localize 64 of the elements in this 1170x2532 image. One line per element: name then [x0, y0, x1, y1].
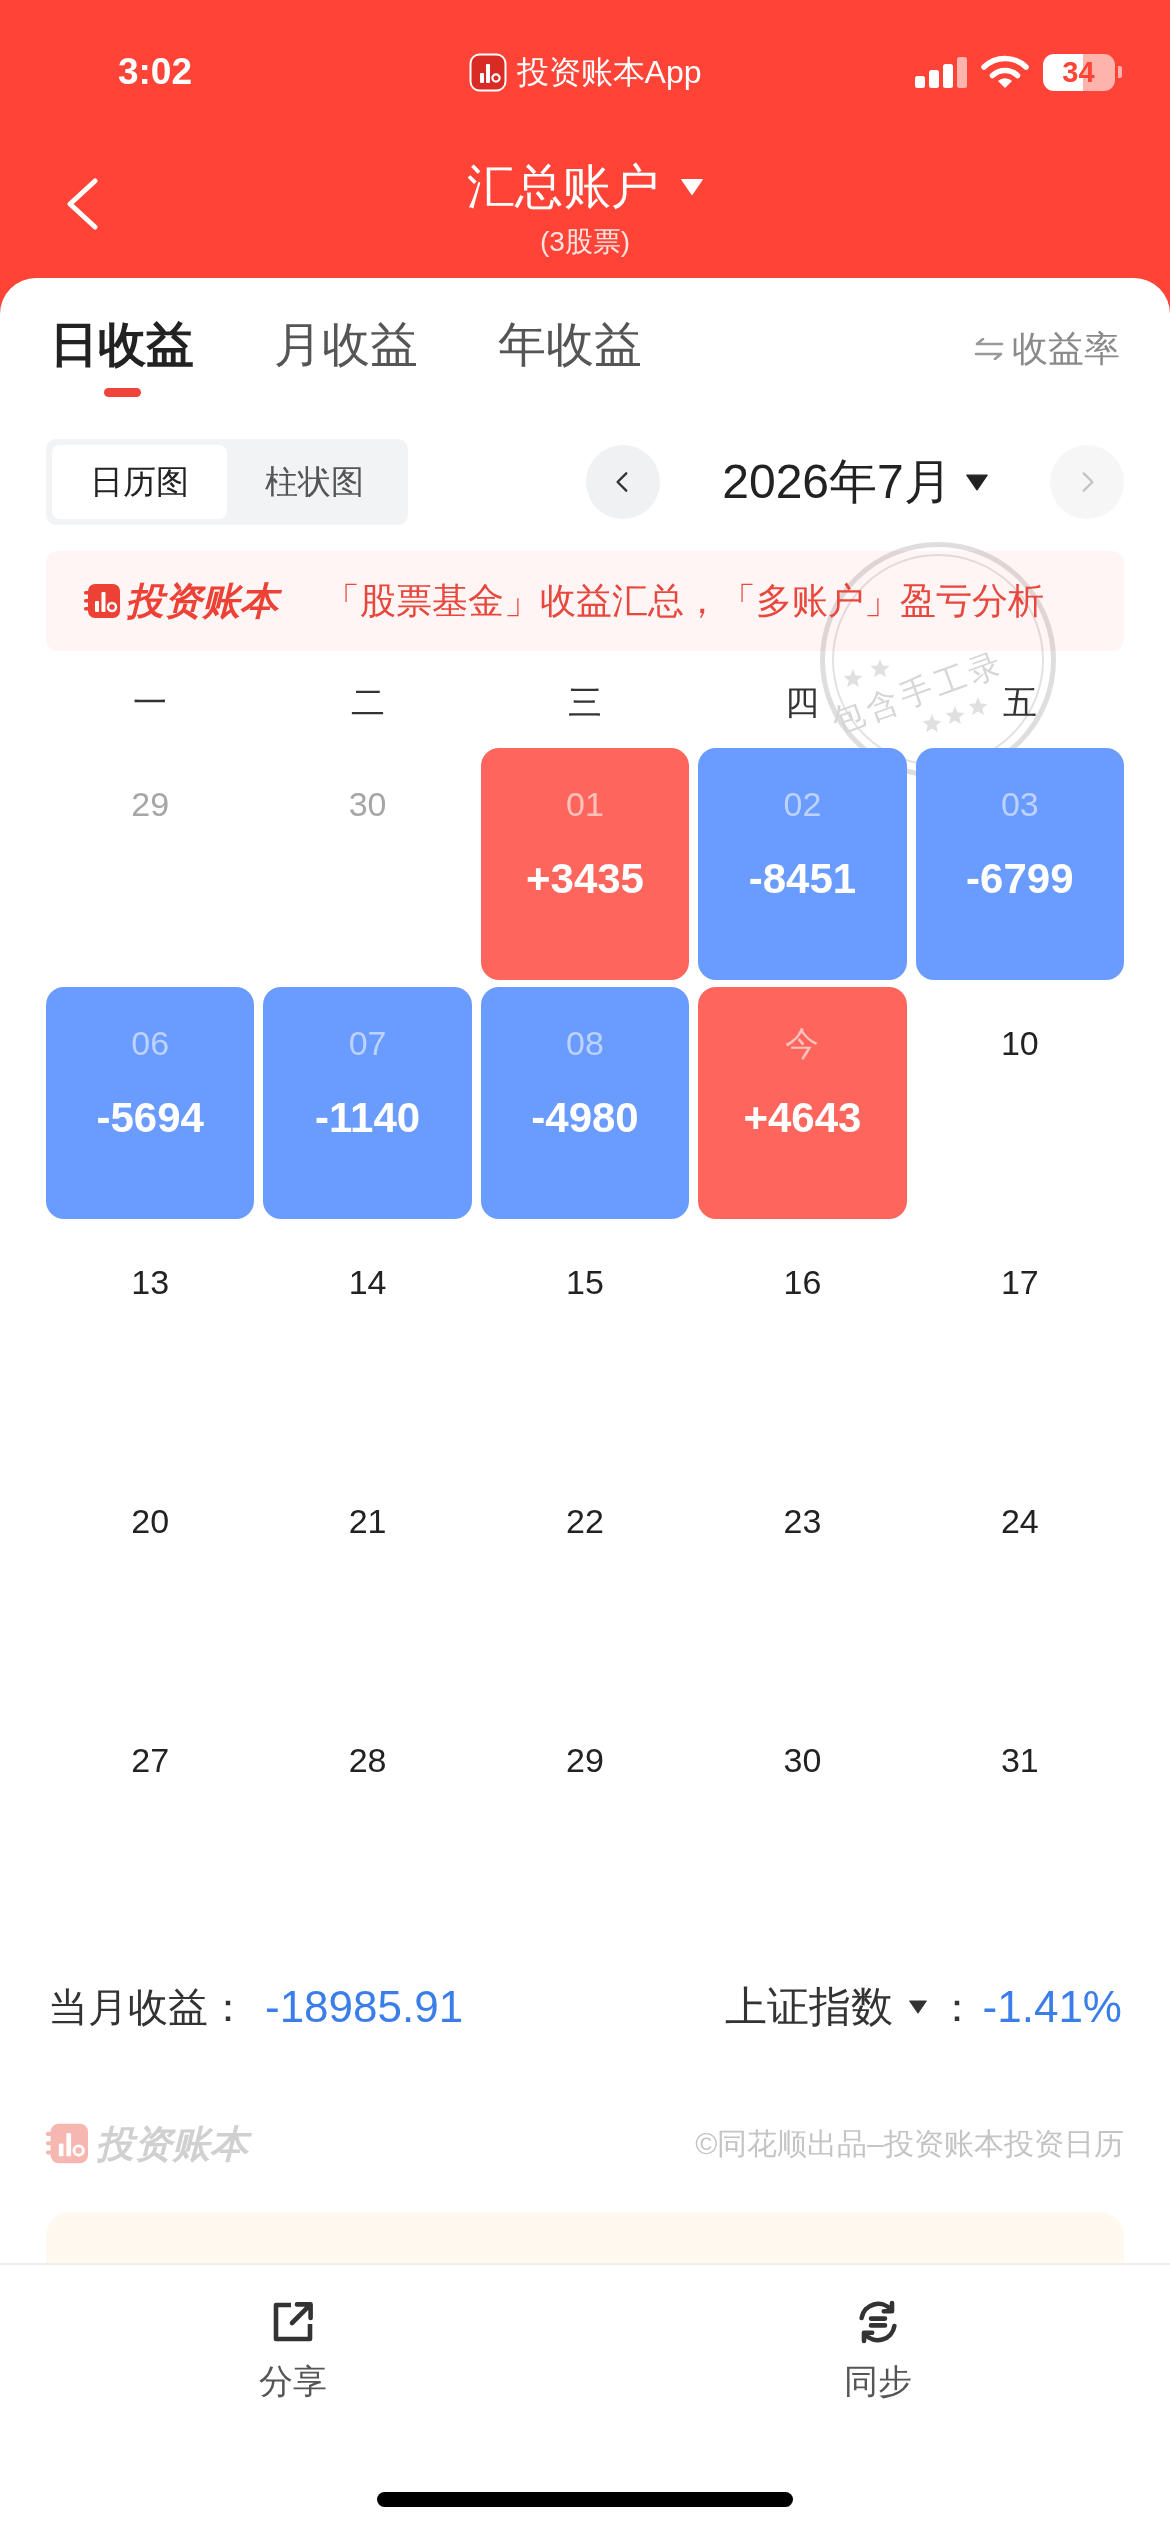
- logo-icon: [84, 584, 120, 618]
- day-date: 08: [566, 1023, 604, 1063]
- day-date[interactable]: 10: [1000, 1023, 1039, 1063]
- day-date[interactable]: 14: [348, 1262, 387, 1302]
- wifi-icon: [980, 55, 1029, 89]
- day-date[interactable]: 13: [131, 1262, 170, 1302]
- caret-icon: [908, 2000, 927, 2014]
- day-profit: -6799: [966, 854, 1074, 904]
- share-button[interactable]: 分享: [258, 2298, 327, 2400]
- day-date: 06: [131, 1023, 170, 1063]
- index-change-value: -1.41%: [982, 1982, 1122, 2032]
- active-tab-indicator: [103, 388, 141, 397]
- day-date[interactable]: 24: [1000, 1501, 1039, 1541]
- logo-icon: [46, 2123, 88, 2164]
- back-icon[interactable]: [64, 178, 100, 230]
- battery-percent: 34: [1042, 53, 1115, 91]
- day-date[interactable]: 30: [783, 1740, 822, 1780]
- credit-text: ©同花顺出品–投资账本投资日历: [695, 2125, 1124, 2162]
- day-profit: -5694: [96, 1093, 204, 1143]
- day-profit: +3435: [526, 854, 644, 904]
- day-date: 03: [1000, 784, 1039, 824]
- day-date[interactable]: 16: [783, 1262, 822, 1302]
- weekday-label: 二: [350, 682, 385, 722]
- caret-icon: [681, 178, 703, 196]
- day-date[interactable]: 17: [1000, 1262, 1039, 1302]
- monthly-profit-label: 当月收益：: [48, 1984, 248, 2031]
- day-profit: -1140: [315, 1093, 421, 1143]
- day-date[interactable]: 23: [783, 1501, 822, 1541]
- day-date[interactable]: 21: [348, 1501, 387, 1541]
- day-profit: -4980: [531, 1093, 639, 1143]
- day-date[interactable]: 15: [566, 1262, 604, 1302]
- caret-icon: [965, 473, 988, 491]
- signal-icon: [914, 56, 967, 88]
- day-date: 07: [348, 1023, 387, 1063]
- tab[interactable]: 月收益: [274, 321, 418, 369]
- index-selector[interactable]: 上证指数: [724, 1982, 927, 2032]
- app-icon: [468, 52, 507, 92]
- status-time: 3:02: [117, 50, 193, 94]
- weekday-label: 一: [133, 682, 168, 722]
- day-date[interactable]: 28: [348, 1740, 387, 1780]
- promo-banner[interactable]: 投资账本 「股票基金」收益汇总，「多账户」盈亏分析: [46, 551, 1124, 651]
- day-profit: -8451: [748, 854, 857, 904]
- tab[interactable]: 日收益: [50, 321, 194, 369]
- day-date: 今: [785, 1023, 820, 1063]
- tab[interactable]: 年收益: [498, 321, 642, 369]
- day-date[interactable]: 29: [566, 1740, 604, 1780]
- day-date[interactable]: 22: [566, 1501, 604, 1541]
- day-date: 02: [783, 784, 822, 824]
- day-date: 01: [566, 784, 604, 824]
- day-profit: +4643: [743, 1093, 862, 1143]
- account-subtitle: (3股票): [539, 226, 631, 258]
- weekday-label: 三: [568, 682, 602, 722]
- weekday-label: 四: [785, 682, 820, 722]
- day-date[interactable]: 20: [131, 1501, 170, 1541]
- day-date[interactable]: 27: [131, 1740, 170, 1780]
- sync-button[interactable]: 同步: [843, 2298, 912, 2400]
- month-selector[interactable]: 2026年7月: [722, 454, 988, 510]
- swap-icon: [974, 338, 1004, 360]
- view-option[interactable]: 柱状图: [227, 445, 402, 519]
- view-option[interactable]: 日历图: [52, 445, 227, 519]
- monthly-profit-value: -18985.91: [265, 1982, 464, 2032]
- weekday-label: 五: [1002, 682, 1037, 722]
- day-date[interactable]: 31: [1000, 1740, 1039, 1780]
- separator-text: ：: [936, 1984, 977, 2031]
